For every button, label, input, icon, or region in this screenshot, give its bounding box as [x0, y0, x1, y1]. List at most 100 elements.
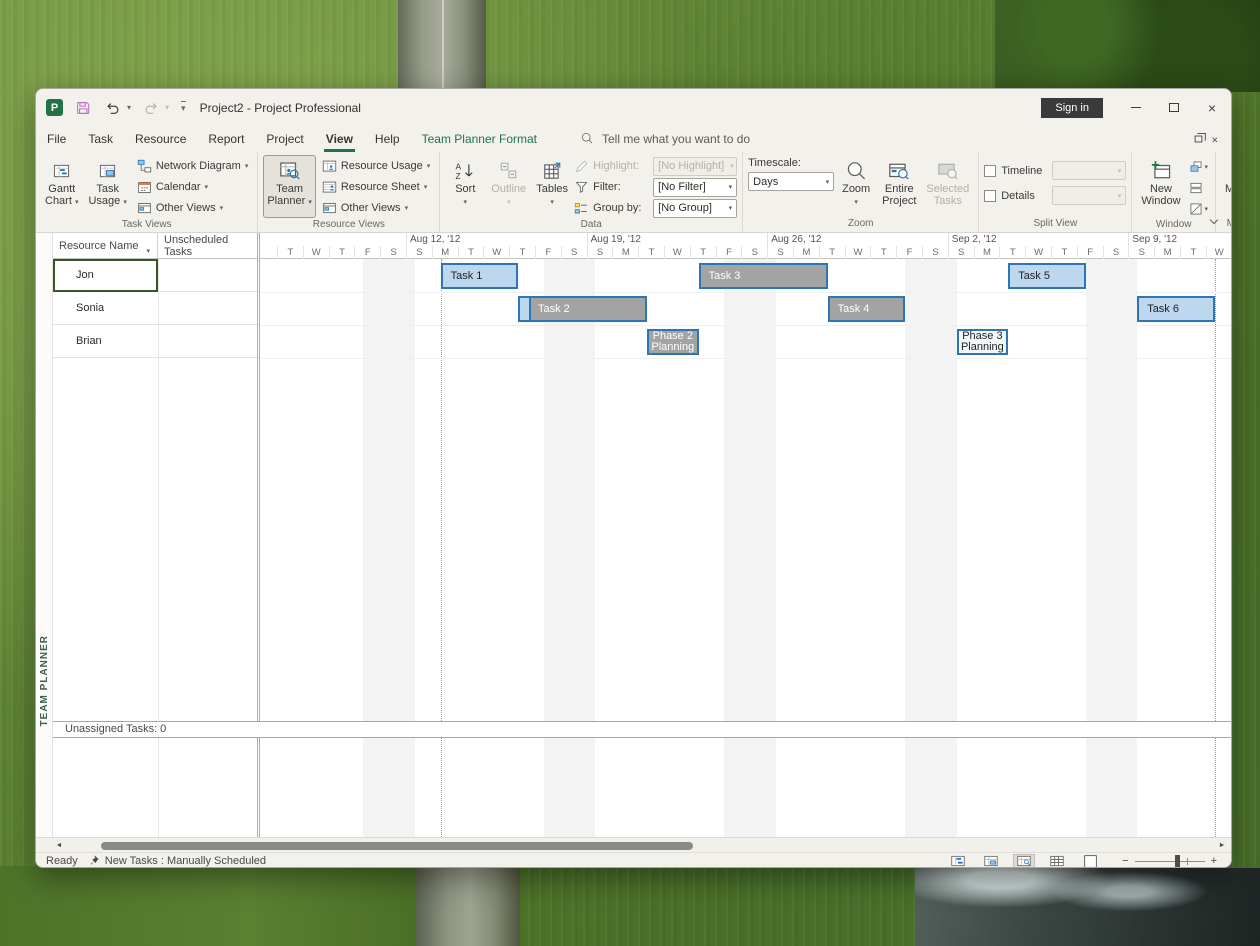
task-bar-task-4[interactable]: Task 4: [828, 296, 905, 322]
undo-icon[interactable]: [103, 98, 123, 118]
day-header-cell[interactable]: T: [819, 246, 845, 259]
zoom-out-icon[interactable]: −: [1122, 855, 1128, 867]
day-header-cell[interactable]: M: [1154, 246, 1180, 259]
sign-in-button[interactable]: Sign in: [1041, 98, 1103, 118]
status-view-blank-view[interactable]: [1079, 854, 1101, 869]
scroll-right-icon[interactable]: ►: [1215, 839, 1229, 852]
sort-button[interactable]: AZSort▾: [445, 155, 485, 218]
calendar-button[interactable]: Calendar▾: [133, 177, 252, 197]
task-bar-phase-2-planning[interactable]: Phase 2Planning: [647, 329, 699, 355]
macros-button[interactable]: Macros▾: [1221, 155, 1232, 217]
day-header-cell[interactable]: F: [1077, 246, 1103, 259]
day-header-cell[interactable]: S: [948, 246, 974, 259]
day-header-cell[interactable]: S: [561, 246, 587, 259]
day-header-cell[interactable]: S: [922, 246, 948, 259]
day-header-cell[interactable]: S: [767, 246, 793, 259]
status-view-resource-sheet[interactable]: [1046, 854, 1068, 869]
tell-me-search[interactable]: Tell me what you want to do: [580, 126, 750, 152]
customize-toolbar-icon[interactable]: ▾: [181, 101, 186, 114]
pane-divider[interactable]: [257, 233, 260, 837]
day-header-cell[interactable]: F: [354, 246, 380, 259]
task-bar-task-2[interactable]: Task 2: [518, 296, 647, 322]
collapse-ribbon-icon[interactable]: [1211, 214, 1221, 224]
new-window-button[interactable]: NewWindow: [1137, 155, 1184, 218]
day-header-cell[interactable]: M: [793, 246, 819, 259]
filter-dropdown[interactable]: [No Filter]▾: [653, 178, 737, 197]
entire-project-button[interactable]: EntireProject: [878, 155, 920, 217]
outline-button[interactable]: Outline▾: [487, 155, 530, 218]
day-header-cell[interactable]: S: [406, 246, 432, 259]
close-ribbon-icon[interactable]: ×: [1212, 133, 1218, 144]
day-header-cell[interactable]: M: [612, 246, 638, 259]
tables-button[interactable]: Tables▾: [532, 155, 572, 218]
day-header-cell[interactable]: W: [845, 246, 871, 259]
resource-row-brian[interactable]: Brian: [53, 325, 257, 358]
undo-dropdown-icon[interactable]: ▾: [127, 103, 131, 112]
day-header-cell[interactable]: F: [535, 246, 561, 259]
day-header-cell[interactable]: S: [741, 246, 767, 259]
task-bar-phase-3-planning[interactable]: Phase 3Planning: [957, 329, 1009, 355]
group-by-dropdown[interactable]: [No Group]▾: [653, 199, 737, 218]
timescale-week-row[interactable]: Aug 12, '12Aug 19, '12Aug 26, '12Sep 2, …: [260, 233, 1231, 246]
week-label[interactable]: Aug 19, '12: [587, 233, 768, 246]
task-bar-task-5[interactable]: Task 5: [1008, 263, 1085, 289]
day-header-cell[interactable]: T: [458, 246, 484, 259]
team-planner-button[interactable]: TeamPlanner ▾: [263, 155, 316, 218]
day-header-cell[interactable]: S: [1103, 246, 1129, 259]
day-header-cell[interactable]: T: [509, 246, 535, 259]
day-header-cell[interactable]: T: [1051, 246, 1077, 259]
tab-report[interactable]: Report: [197, 126, 255, 152]
day-header-cell[interactable]: S: [380, 246, 406, 259]
day-header-cell[interactable]: T: [638, 246, 664, 259]
column-filter-icon[interactable]: ▾: [146, 247, 150, 255]
day-header-cell[interactable]: W: [483, 246, 509, 259]
unassigned-tasks-band[interactable]: Unassigned Tasks: 0: [53, 721, 1231, 738]
tab-view[interactable]: View: [315, 126, 364, 152]
timescale-dropdown[interactable]: Days▾: [748, 172, 834, 191]
day-header-cell[interactable]: F: [716, 246, 742, 259]
restore-ribbon-icon[interactable]: [1195, 136, 1203, 143]
close-button[interactable]: ×: [1193, 89, 1231, 126]
scroll-left-icon[interactable]: ◄: [52, 839, 66, 852]
day-header-cell[interactable]: T: [329, 246, 355, 259]
horizontal-scrollbar[interactable]: ◄ ►: [36, 837, 1231, 852]
week-label[interactable]: Sep 9, '12: [1128, 233, 1231, 246]
new-tasks-mode[interactable]: New Tasks : Manually Scheduled: [88, 854, 266, 869]
task-bar-task-6[interactable]: Task 6: [1137, 296, 1214, 322]
week-label[interactable]: Aug 26, '12: [767, 233, 948, 246]
week-label[interactable]: Aug 12, '12: [406, 233, 587, 246]
maximize-button[interactable]: [1155, 89, 1193, 126]
column-header-resource-name[interactable]: Resource Name▾: [53, 233, 158, 259]
resource-name-cell[interactable]: Sonia: [53, 292, 158, 324]
zoom-in-icon[interactable]: +: [1211, 855, 1217, 867]
resource-row-sonia[interactable]: Sonia: [53, 292, 257, 325]
status-view-task-usage[interactable]: [980, 854, 1002, 869]
day-header-cell[interactable]: M: [974, 246, 1000, 259]
resource-name-cell[interactable]: Brian: [53, 325, 158, 357]
selected-tasks-button[interactable]: SelectedTasks: [922, 155, 973, 217]
day-header-cell[interactable]: W: [303, 246, 329, 259]
save-icon[interactable]: [73, 98, 93, 118]
minimize-button[interactable]: [1117, 89, 1155, 126]
column-header-unscheduled-tasks[interactable]: Unscheduled Tasks: [158, 233, 257, 259]
timeline-checkbox[interactable]: Timeline: [984, 161, 1042, 180]
zoom-slider-thumb[interactable]: [1175, 855, 1180, 868]
day-header-cell[interactable]: S: [1128, 246, 1154, 259]
day-header-cell[interactable]: S: [587, 246, 613, 259]
project-logo-icon[interactable]: P: [46, 99, 63, 116]
timescale-day-row[interactable]: TWTFSSMTWTFSSMTWTFSSMTWTFSSMTWTFSSMTWT: [260, 246, 1231, 259]
scrollbar-thumb[interactable]: [101, 842, 693, 850]
other-views-resource-button[interactable]: Other Views▾: [318, 198, 434, 218]
day-header-cell[interactable]: M: [432, 246, 458, 259]
day-header-cell[interactable]: T: [870, 246, 896, 259]
day-header-cell[interactable]: T: [277, 246, 303, 259]
day-header-cell[interactable]: F: [896, 246, 922, 259]
task-bar-task-1[interactable]: Task 1: [441, 263, 518, 289]
task-usage-button[interactable]: TaskUsage ▾: [84, 155, 130, 218]
day-header-cell[interactable]: T: [690, 246, 716, 259]
hide-window-button[interactable]: ▾: [1187, 199, 1211, 218]
tab-help[interactable]: Help: [364, 126, 411, 152]
week-label[interactable]: Sep 2, '12: [948, 233, 1129, 246]
day-header-cell[interactable]: W: [664, 246, 690, 259]
tab-project[interactable]: Project: [255, 126, 314, 152]
